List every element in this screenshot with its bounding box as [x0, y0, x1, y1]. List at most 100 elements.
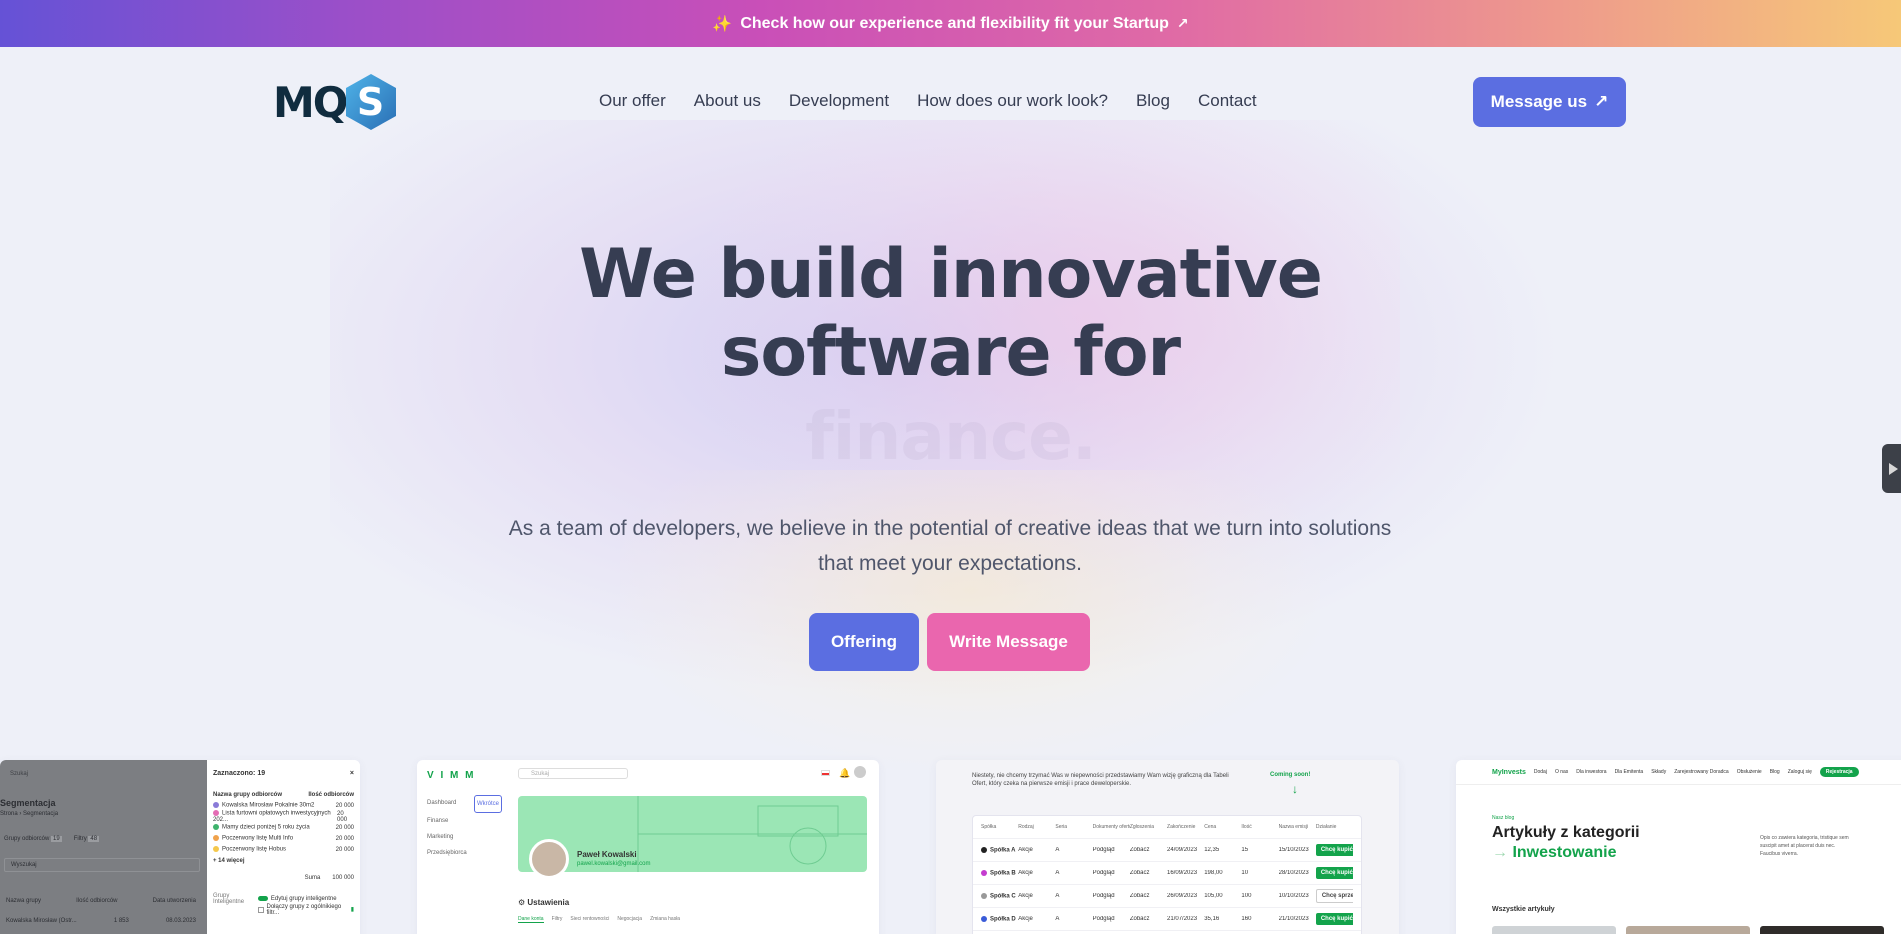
myinvests-nav-6[interactable]: Zarejestrowany Doradca	[1674, 769, 1728, 775]
panel-row-name: Poczerwony listę Hobus	[222, 846, 287, 853]
side-drawer-toggle[interactable]	[1882, 444, 1901, 493]
myinvests-nav-2[interactable]: O nas	[1555, 769, 1568, 775]
filter-input[interactable]: Wyszukaj	[4, 858, 200, 872]
panel-row[interactable]: Poczerwony listę Multi Info 20 000	[213, 833, 354, 844]
myinvests-nav-4[interactable]: Dla Emitenta	[1615, 769, 1644, 775]
flag-icon[interactable]	[821, 770, 830, 776]
offer-cell-price: 198,00	[1204, 870, 1223, 876]
tab-networks[interactable]: Sieci rentowności	[570, 916, 609, 923]
message-us-button[interactable]: Message us ↗	[1473, 77, 1626, 127]
offer-cell-action: Chcę kupić	[1315, 844, 1354, 856]
offer-cell-c1: Akcje	[1018, 893, 1033, 899]
offer-action-button[interactable]: Chcę kupić	[1315, 913, 1354, 925]
myinvests-nav-1[interactable]: Dodaj	[1534, 769, 1547, 775]
nav-item-how-we-work[interactable]: How does our work look?	[917, 91, 1108, 111]
myinvests-nav-7[interactable]: Obsłużenie	[1737, 769, 1762, 775]
profile-banner	[518, 796, 867, 872]
tab-account[interactable]: Dane konta	[518, 916, 544, 923]
tab-negotiation[interactable]: Negocjacja	[617, 916, 642, 923]
company-icon	[981, 892, 987, 899]
settings-tabs: Dane konta Filtry Sieci rentowności Nego…	[518, 916, 680, 923]
search-label: Szukaj	[10, 771, 29, 777]
checkbox[interactable]	[257, 906, 264, 913]
company-name: Spółka D	[990, 916, 1016, 923]
sidebar-item-finance[interactable]: Finanse	[427, 813, 502, 829]
arrow-right-icon: →	[1492, 844, 1508, 861]
segment-heading: Segmentacja	[0, 798, 56, 808]
segment-tabs: Grupy odbiorców 19 Filtry 48	[4, 836, 100, 842]
panel-row[interactable]: Poczerwony listę Hobus 20 000	[213, 844, 354, 855]
offer-row[interactable]: Spółka A Akcje A Podgląd Zobacz 24/09/2023 12,…	[973, 839, 1361, 862]
offer-cell-z: Zobacz	[1129, 870, 1150, 876]
offer-action-button[interactable]: Chcę kupić	[1315, 867, 1354, 879]
offer-row[interactable]: Spółka D Akcje A Podgląd Zobacz 21/07/2023 35,…	[973, 908, 1361, 931]
tab-password[interactable]: Zmiana hasła	[650, 916, 680, 923]
offering-button[interactable]: Offering	[809, 613, 919, 671]
myinvests-register-button[interactable]: Rejestracja	[1819, 767, 1859, 777]
nav-item-our-offer[interactable]: Our offer	[599, 91, 666, 111]
list-row-count: 1 853	[113, 918, 129, 924]
offer-cell-c1: Akcje	[1018, 870, 1033, 876]
avatar[interactable]	[854, 766, 866, 778]
sum-value: 100 000	[332, 874, 354, 881]
tab-groups[interactable]: Grupy odbiorców	[4, 836, 49, 842]
smart-group-label: Grupy Inteligentne	[213, 893, 245, 905]
panel-row[interactable]: Mamy dzieci poniżej 5 roku życia 20 000	[213, 822, 354, 833]
offer-cell-date: 26/09/2023	[1167, 893, 1198, 899]
tab-filters[interactable]: Filtry	[74, 836, 87, 842]
all-articles-heading: Wszystkie artykuły	[1492, 906, 1555, 913]
tab-filters[interactable]: Filtry	[552, 916, 563, 923]
article-thumbnail[interactable]	[1492, 926, 1616, 934]
trash-icon[interactable]: ▮	[351, 906, 354, 913]
offer-cell-date: 24/09/2023	[1167, 847, 1198, 853]
company-icon	[981, 915, 987, 922]
sidebar-item-entrepreneur[interactable]: Przedsiębiorca	[427, 845, 502, 861]
myinvests-nav-8[interactable]: Blog	[1770, 769, 1780, 775]
panel-row-name: Poczerwony listę Multi Info	[222, 835, 294, 842]
offer-cell-name: Spółka D	[981, 915, 1018, 923]
sidebar-item-dashboard[interactable]: Dashboard	[427, 795, 456, 813]
offer-row[interactable]: Spółka C Akcje A Podgląd Zobacz 26/09/2023 105…	[973, 885, 1361, 908]
gear-icon: ⚙	[518, 898, 526, 907]
logo-hex-icon: S	[345, 73, 397, 131]
nav-item-about-us[interactable]: About us	[694, 91, 761, 111]
offer-cell-c1: Akcje	[1018, 916, 1033, 922]
nav-item-contact[interactable]: Contact	[1198, 91, 1257, 111]
article-thumbnail[interactable]	[1760, 926, 1884, 934]
showcase-card-segmentation[interactable]: Szukaj Segmentacja Strona › Segmentacja …	[0, 760, 360, 934]
list-row[interactable]: Kowalska Mirosław (Ostr... 1 853 08.03.2…	[6, 918, 196, 924]
list-header: Nazwa grupy Ilość odbiorców Data utworze…	[6, 898, 196, 904]
write-message-button[interactable]: Write Message	[927, 613, 1090, 671]
close-icon[interactable]: ×	[350, 770, 354, 777]
toggle-switch[interactable]	[257, 896, 268, 901]
logo[interactable]: MQ S	[273, 72, 403, 132]
offer-cell-doc: Podgląd	[1092, 847, 1115, 853]
offer-cell-z: Zobacz	[1129, 847, 1150, 853]
showcase-card-vimm[interactable]: V I M M Dashboard Wkrótce Finanse Marketi…	[417, 760, 879, 934]
group-color-dot	[213, 824, 219, 831]
bell-icon[interactable]: 🔔	[839, 768, 850, 779]
offer-action-button[interactable]: Chcę sprzedać	[1315, 889, 1354, 903]
myinvests-nav-3[interactable]: Dla inwestora	[1576, 769, 1606, 775]
myinvests-login[interactable]: Zaloguj się	[1788, 769, 1812, 775]
settings-heading-text: Ustawienia	[527, 898, 570, 907]
showcase-card-myinvests[interactable]: MyInvests Dodaj O nas Dla inwestora Dla …	[1456, 760, 1901, 934]
offer-action-button[interactable]: Chcę kupić	[1315, 844, 1354, 856]
show-more-link[interactable]: + 14 więcej	[213, 855, 354, 866]
soon-badge: Wkrótce	[473, 795, 502, 813]
myinvests-nav-5[interactable]: Składy	[1651, 769, 1666, 775]
panel-row-value: 20 000	[335, 835, 354, 842]
list-head-date: Data utworzenia	[152, 898, 196, 904]
showcase-card-offers-table[interactable]: Niestety, nie chcemy trzymać Was w niepe…	[936, 760, 1399, 934]
vimm-search-input[interactable]: Szukaj	[518, 768, 628, 779]
announcement-link[interactable]: ✨ Check how our experience and flexibili…	[712, 14, 1188, 34]
company-name: Spółka B	[990, 870, 1016, 877]
offer-cell-end: 15/10/2023	[1278, 847, 1309, 853]
offer-row[interactable]: Spółka B Akcje A Podgląd Zobacz 16/09/2023 198…	[973, 862, 1361, 885]
nav-item-development[interactable]: Development	[789, 91, 889, 111]
article-thumbnail[interactable]	[1626, 926, 1750, 934]
col-action: Działanie	[1315, 824, 1337, 830]
sidebar-item-marketing[interactable]: Marketing	[427, 829, 502, 845]
panel-row[interactable]: Lista furtowni opłatowych inwestycyjnych…	[213, 810, 354, 823]
nav-item-blog[interactable]: Blog	[1136, 91, 1170, 111]
